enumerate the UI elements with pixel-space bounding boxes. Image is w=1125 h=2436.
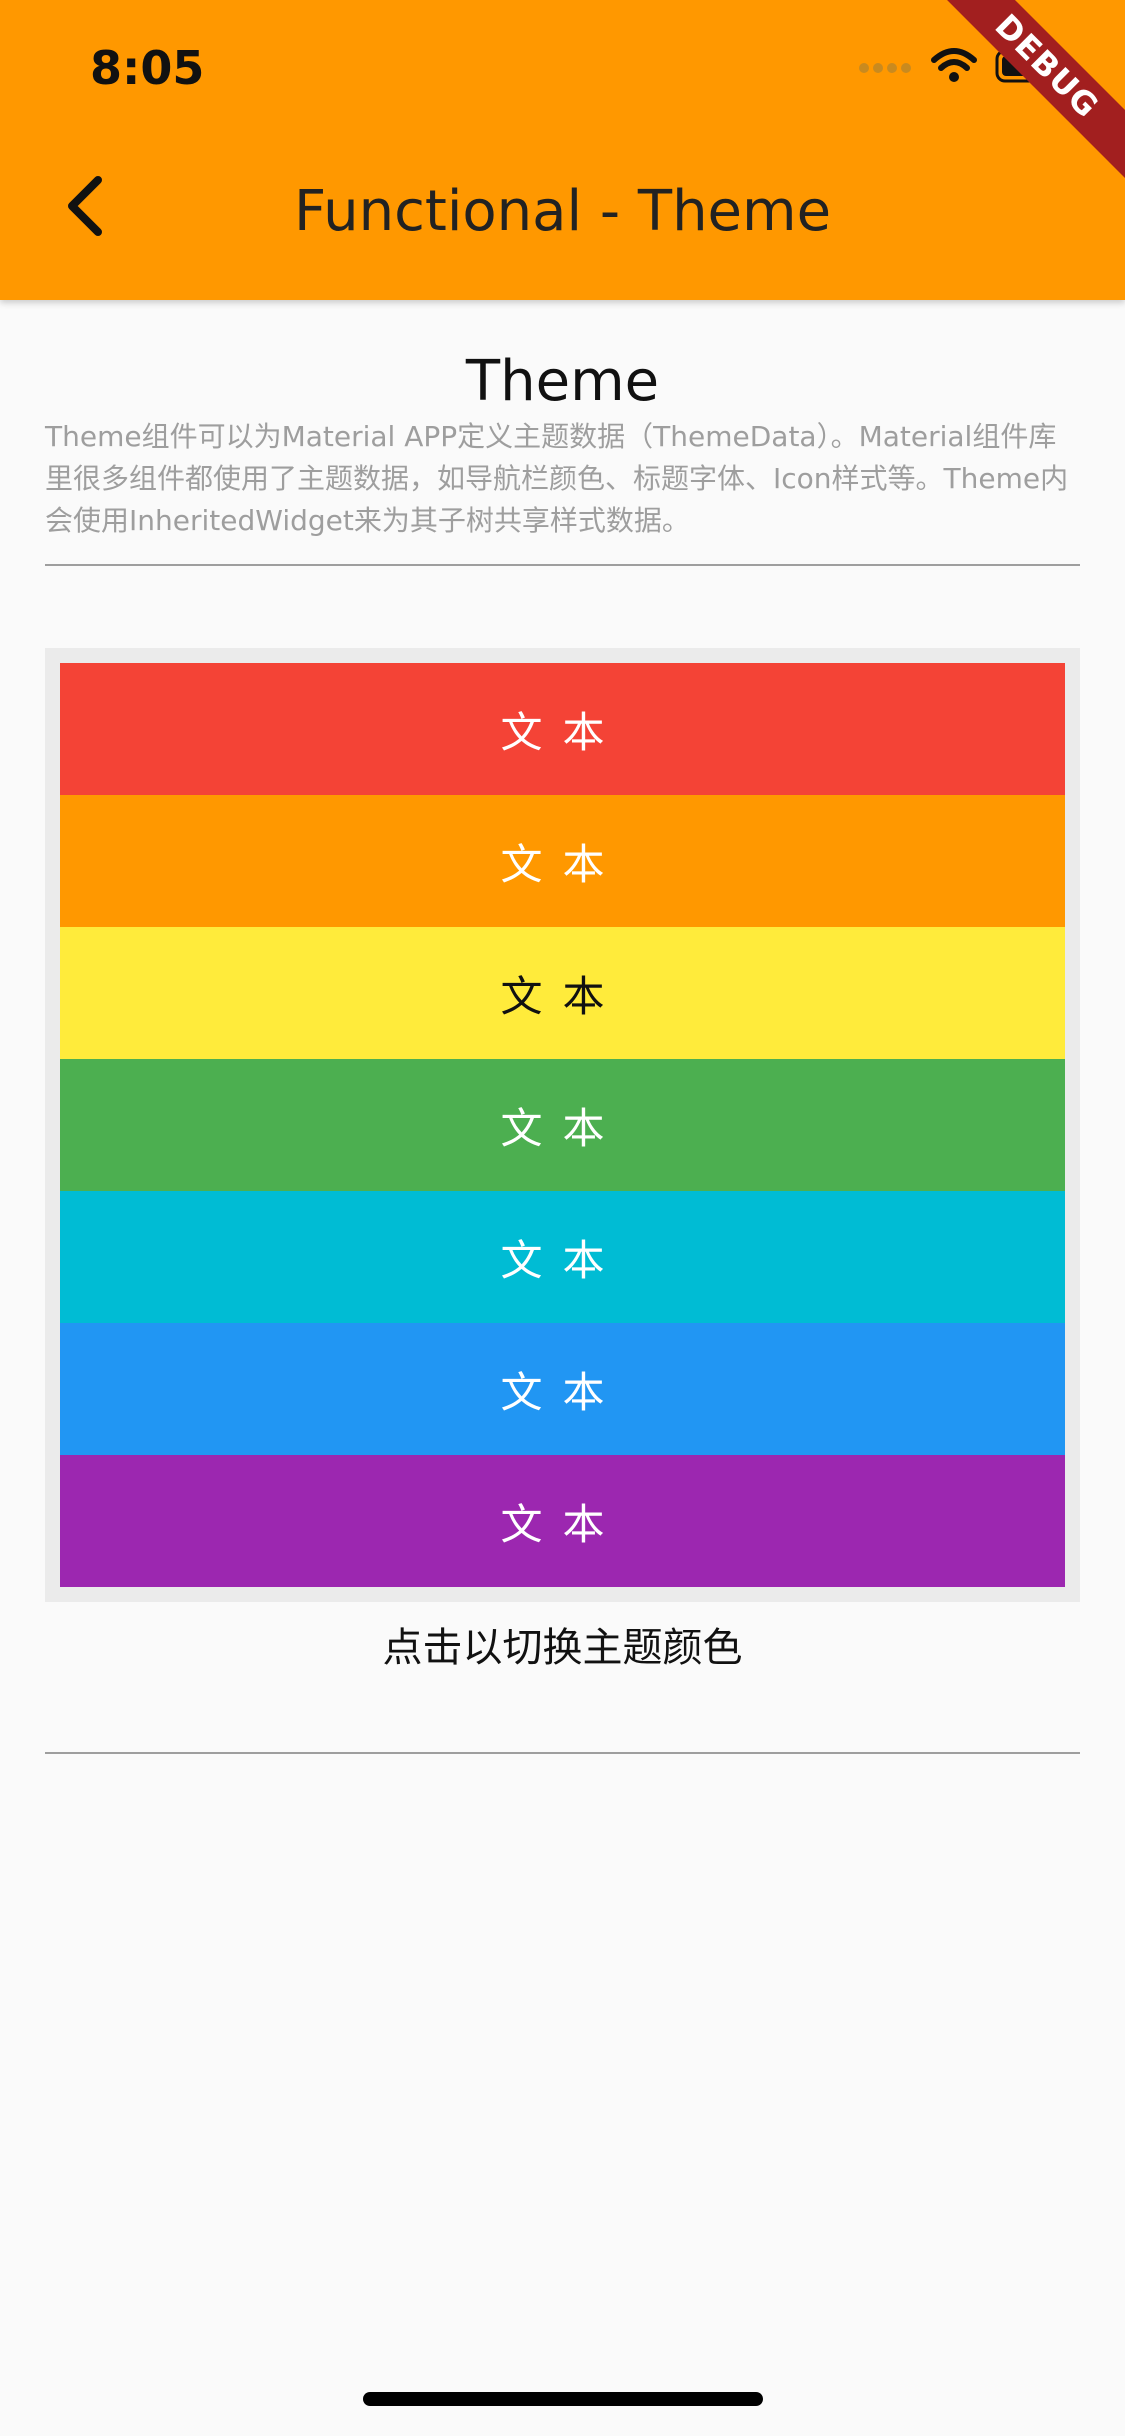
- signal-icon: [859, 56, 913, 80]
- row-label: 文本: [500, 1235, 625, 1285]
- row-label: 文本: [500, 1499, 625, 1549]
- theme-color-row-purple[interactable]: 文本: [60, 1455, 1065, 1587]
- section-title: Theme: [465, 349, 660, 414]
- home-indicator[interactable]: [363, 2392, 763, 2406]
- page-title: Functional - Theme: [293, 179, 832, 244]
- theme-color-row-red[interactable]: 文本: [60, 663, 1065, 795]
- row-label: 文本: [500, 839, 625, 889]
- row-label: 文本: [500, 971, 625, 1021]
- app-bar: 8:05 DEBUG Functional - Theme: [0, 0, 1125, 300]
- section-description: Theme组件可以为Material APP定义主题数据（ThemeData）。…: [45, 420, 1069, 537]
- theme-panel[interactable]: 文本 文本 文本 文本 文本 文本 文本: [45, 648, 1080, 1602]
- theme-color-row-blue[interactable]: 文本: [60, 1323, 1065, 1455]
- wifi-icon: [931, 48, 977, 88]
- row-label: 文本: [500, 1367, 625, 1417]
- theme-color-row-orange[interactable]: 文本: [60, 795, 1065, 927]
- debug-banner: DEBUG: [909, 0, 1125, 204]
- row-label: 文本: [500, 1103, 625, 1153]
- switch-theme-hint: 点击以切换主题颜色: [382, 1625, 743, 1671]
- theme-color-row-green[interactable]: 文本: [60, 1059, 1065, 1191]
- divider: [45, 564, 1080, 566]
- theme-color-row-yellow[interactable]: 文本: [60, 927, 1065, 1059]
- content: Theme Theme组件可以为Material APP定义主题数据（Theme…: [45, 300, 1080, 1754]
- theme-color-row-cyan[interactable]: 文本: [60, 1191, 1065, 1323]
- status-time: 8:05: [90, 41, 205, 95]
- row-label: 文本: [500, 707, 625, 757]
- divider: [45, 1752, 1080, 1754]
